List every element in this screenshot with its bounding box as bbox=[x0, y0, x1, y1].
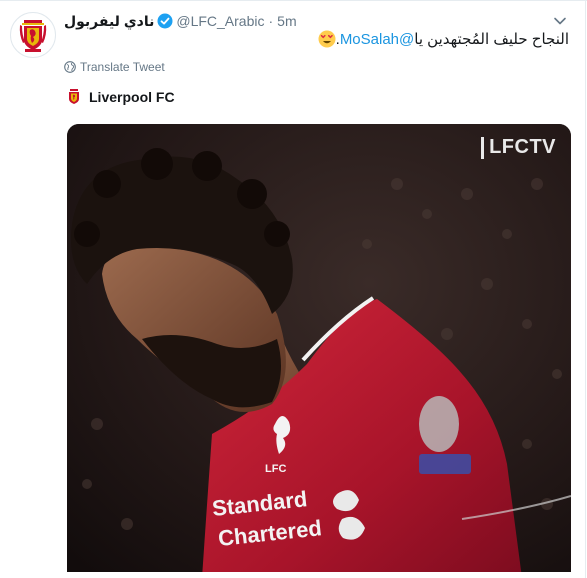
avatar[interactable] bbox=[10, 12, 56, 58]
tweet-text-end: . bbox=[335, 30, 340, 48]
globe-icon bbox=[64, 61, 76, 73]
right-border bbox=[585, 0, 586, 578]
top-border bbox=[0, 0, 587, 1]
card-source[interactable]: Liverpool FC bbox=[67, 89, 175, 105]
liverpool-crest-small-icon bbox=[69, 89, 79, 104]
chevron-down-icon[interactable] bbox=[553, 14, 567, 28]
verified-badge-icon bbox=[157, 13, 173, 29]
video-player[interactable]: LFC Standard Chartered LFCTV bbox=[67, 124, 571, 578]
video-frame: LFC Standard Chartered bbox=[67, 124, 571, 578]
separator-dot: · bbox=[268, 13, 274, 29]
liverpool-crest-icon bbox=[19, 20, 47, 52]
author-handle[interactable]: @LFC_Arabic bbox=[176, 13, 264, 29]
author-name[interactable]: نادي ليفربول bbox=[64, 13, 154, 30]
translate-label[interactable]: Translate Tweet bbox=[80, 60, 165, 74]
video-watermark-text: LFCTV bbox=[489, 136, 556, 158]
heart-eyes-emoji-icon bbox=[318, 30, 336, 48]
video-watermark: LFCTV bbox=[481, 136, 556, 159]
tweet-timestamp[interactable]: 5m bbox=[277, 13, 296, 29]
translate-tweet-link[interactable]: Translate Tweet bbox=[64, 60, 165, 74]
tweet-text: النجاح حليف المُجتهدين يا @MoSalah . bbox=[314, 30, 569, 48]
tweet-header: نادي ليفربول @LFC_Arabic · 5m bbox=[64, 11, 297, 31]
card-source-name[interactable]: Liverpool FC bbox=[89, 89, 175, 105]
mention-link[interactable]: @MoSalah bbox=[340, 31, 414, 48]
video-bottom-edge bbox=[67, 572, 571, 578]
tweet-text-main: النجاح حليف المُجتهدين يا bbox=[414, 31, 569, 48]
svg-text:LFC: LFC bbox=[265, 463, 286, 475]
